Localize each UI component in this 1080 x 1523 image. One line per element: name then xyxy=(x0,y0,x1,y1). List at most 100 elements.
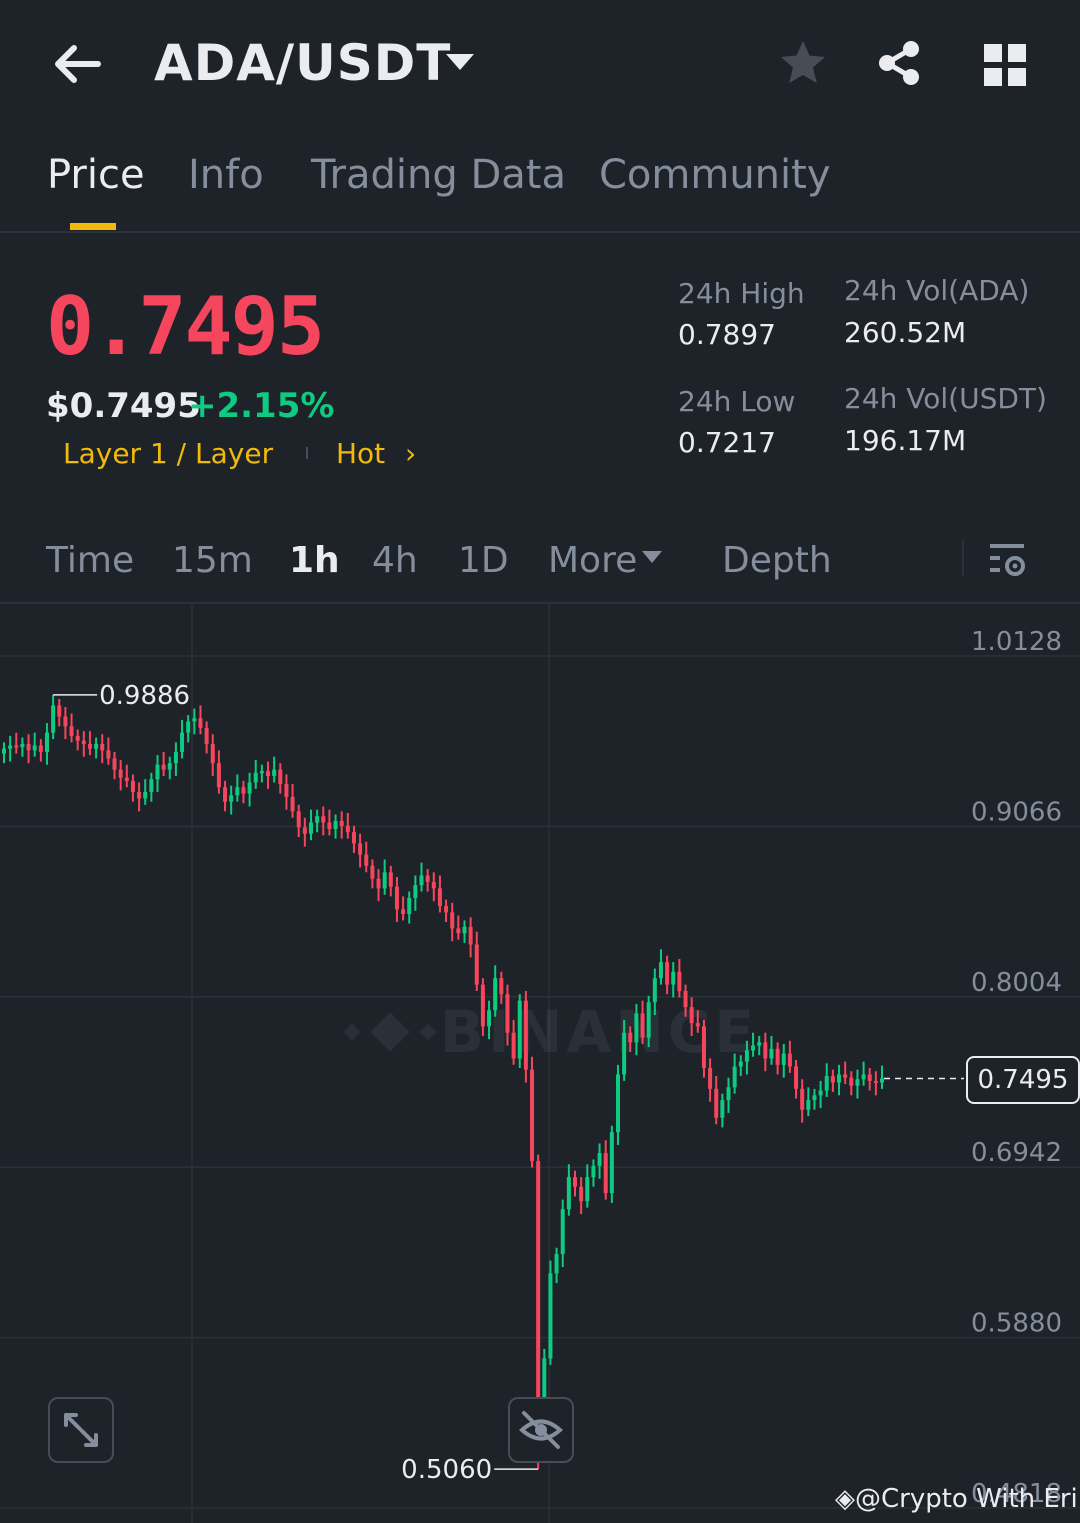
divider xyxy=(0,231,1080,233)
candle-body xyxy=(437,888,442,906)
candle-body xyxy=(358,843,363,855)
candle-body xyxy=(130,780,135,793)
interval-1h[interactable]: 1h xyxy=(289,540,340,581)
candle-body xyxy=(413,885,418,898)
candle-body xyxy=(640,1013,645,1038)
candle-body xyxy=(468,926,473,945)
star-icon[interactable] xyxy=(778,38,828,88)
candle-body xyxy=(376,878,381,889)
interval-more[interactable]: More xyxy=(548,540,637,581)
candle-body xyxy=(143,792,148,799)
candle-body xyxy=(161,764,166,770)
candle-body xyxy=(223,787,228,802)
candle-body xyxy=(493,978,498,1011)
high-value: 0.7897 xyxy=(678,318,776,351)
candle-body xyxy=(665,962,670,985)
candle-body xyxy=(20,743,25,748)
candle-body xyxy=(677,971,682,992)
candle-body xyxy=(787,1053,792,1067)
candle-body xyxy=(714,1088,719,1118)
candle-body xyxy=(837,1074,842,1083)
candle-body xyxy=(333,820,338,829)
tab-community[interactable]: Community xyxy=(599,152,831,198)
candle-body xyxy=(751,1045,756,1051)
candle-body xyxy=(75,735,80,741)
candle-body xyxy=(843,1074,848,1078)
candle-body xyxy=(689,1007,694,1024)
candle-body xyxy=(32,745,37,751)
candle-body xyxy=(118,769,123,778)
candle-body xyxy=(505,994,510,1033)
candle-body xyxy=(216,763,221,788)
candle-body xyxy=(124,777,129,781)
author-watermark: ◈@Crypto With Erik xyxy=(835,1484,1080,1514)
candle-body xyxy=(444,905,449,913)
hide-indicators-button[interactable] xyxy=(508,1397,574,1463)
y-axis-tick-label: 0.6942 xyxy=(971,1138,1062,1168)
candle-body xyxy=(609,1132,614,1194)
y-axis-tick-label: 0.5880 xyxy=(971,1309,1062,1339)
candle-body xyxy=(394,886,399,910)
share-icon[interactable] xyxy=(874,38,924,88)
candle-body xyxy=(321,816,326,823)
candle-body xyxy=(94,743,99,749)
candle-body xyxy=(738,1061,743,1067)
candle-body xyxy=(646,1002,651,1038)
high-annotation-label: 0.9886 xyxy=(99,681,190,711)
candle-body xyxy=(210,743,215,764)
y-axis-tick-label: 0.8004 xyxy=(971,968,1062,998)
candle-body xyxy=(278,769,283,785)
candle-body xyxy=(880,1078,884,1083)
candle-body xyxy=(775,1048,780,1065)
candle-body xyxy=(591,1165,596,1178)
candle-body xyxy=(198,718,203,728)
arrow-left-icon[interactable] xyxy=(48,36,104,92)
candle-body xyxy=(554,1254,559,1274)
candle-body xyxy=(462,926,467,934)
caret-down-icon[interactable] xyxy=(642,551,662,563)
candle-body xyxy=(806,1100,811,1110)
chart-settings-icon[interactable] xyxy=(988,540,1028,580)
candle-body xyxy=(450,912,455,929)
interval-15m[interactable]: 15m xyxy=(172,540,253,581)
candle-body xyxy=(536,1161,541,1418)
interval-time[interactable]: Time xyxy=(46,540,134,581)
candle-body xyxy=(315,816,320,823)
tab-price[interactable]: Price xyxy=(47,152,145,198)
interval-4h[interactable]: 4h xyxy=(372,540,418,581)
candlestick-chart[interactable]: BINANCE 1.0128 0.9066 0.8004 0.6942 0.5880 0.… xyxy=(0,604,1080,1523)
candle-body xyxy=(302,827,307,834)
hot-tag[interactable]: Hot xyxy=(336,437,385,470)
candle-body xyxy=(364,854,369,866)
candle-body xyxy=(284,784,289,797)
candle-body xyxy=(419,875,424,886)
caret-down-icon[interactable] xyxy=(446,54,474,70)
candle-body xyxy=(603,1153,608,1194)
candle-body xyxy=(744,1050,749,1062)
pair-title[interactable]: ADA/USDT xyxy=(154,34,451,92)
category-tag[interactable]: Layer 1 / Layer xyxy=(63,437,273,470)
candle-body xyxy=(26,743,31,751)
candle-body xyxy=(57,705,62,717)
depth-tab[interactable]: Depth xyxy=(722,540,832,581)
grid-icon[interactable] xyxy=(982,42,1028,88)
interval-1d[interactable]: 1D xyxy=(458,540,509,581)
chevron-right-icon[interactable]: › xyxy=(405,437,416,470)
binance-watermark: BINANCE xyxy=(343,998,754,1066)
candle-body xyxy=(44,732,49,752)
candle-body xyxy=(634,1013,639,1043)
candle-body xyxy=(63,716,68,727)
candle-body xyxy=(401,909,406,915)
candle-body xyxy=(861,1074,866,1080)
candle-body xyxy=(683,991,688,1008)
tab-trading-data[interactable]: Trading Data xyxy=(311,152,566,198)
candle-body xyxy=(511,1032,516,1059)
candle-body xyxy=(106,750,111,759)
candle-body xyxy=(579,1186,584,1202)
candle-body xyxy=(800,1088,805,1110)
candle-body xyxy=(8,745,13,749)
candle-body xyxy=(812,1095,817,1101)
tab-info[interactable]: Info xyxy=(188,152,264,198)
candle-body xyxy=(456,928,461,934)
expand-chart-button[interactable] xyxy=(48,1397,114,1463)
